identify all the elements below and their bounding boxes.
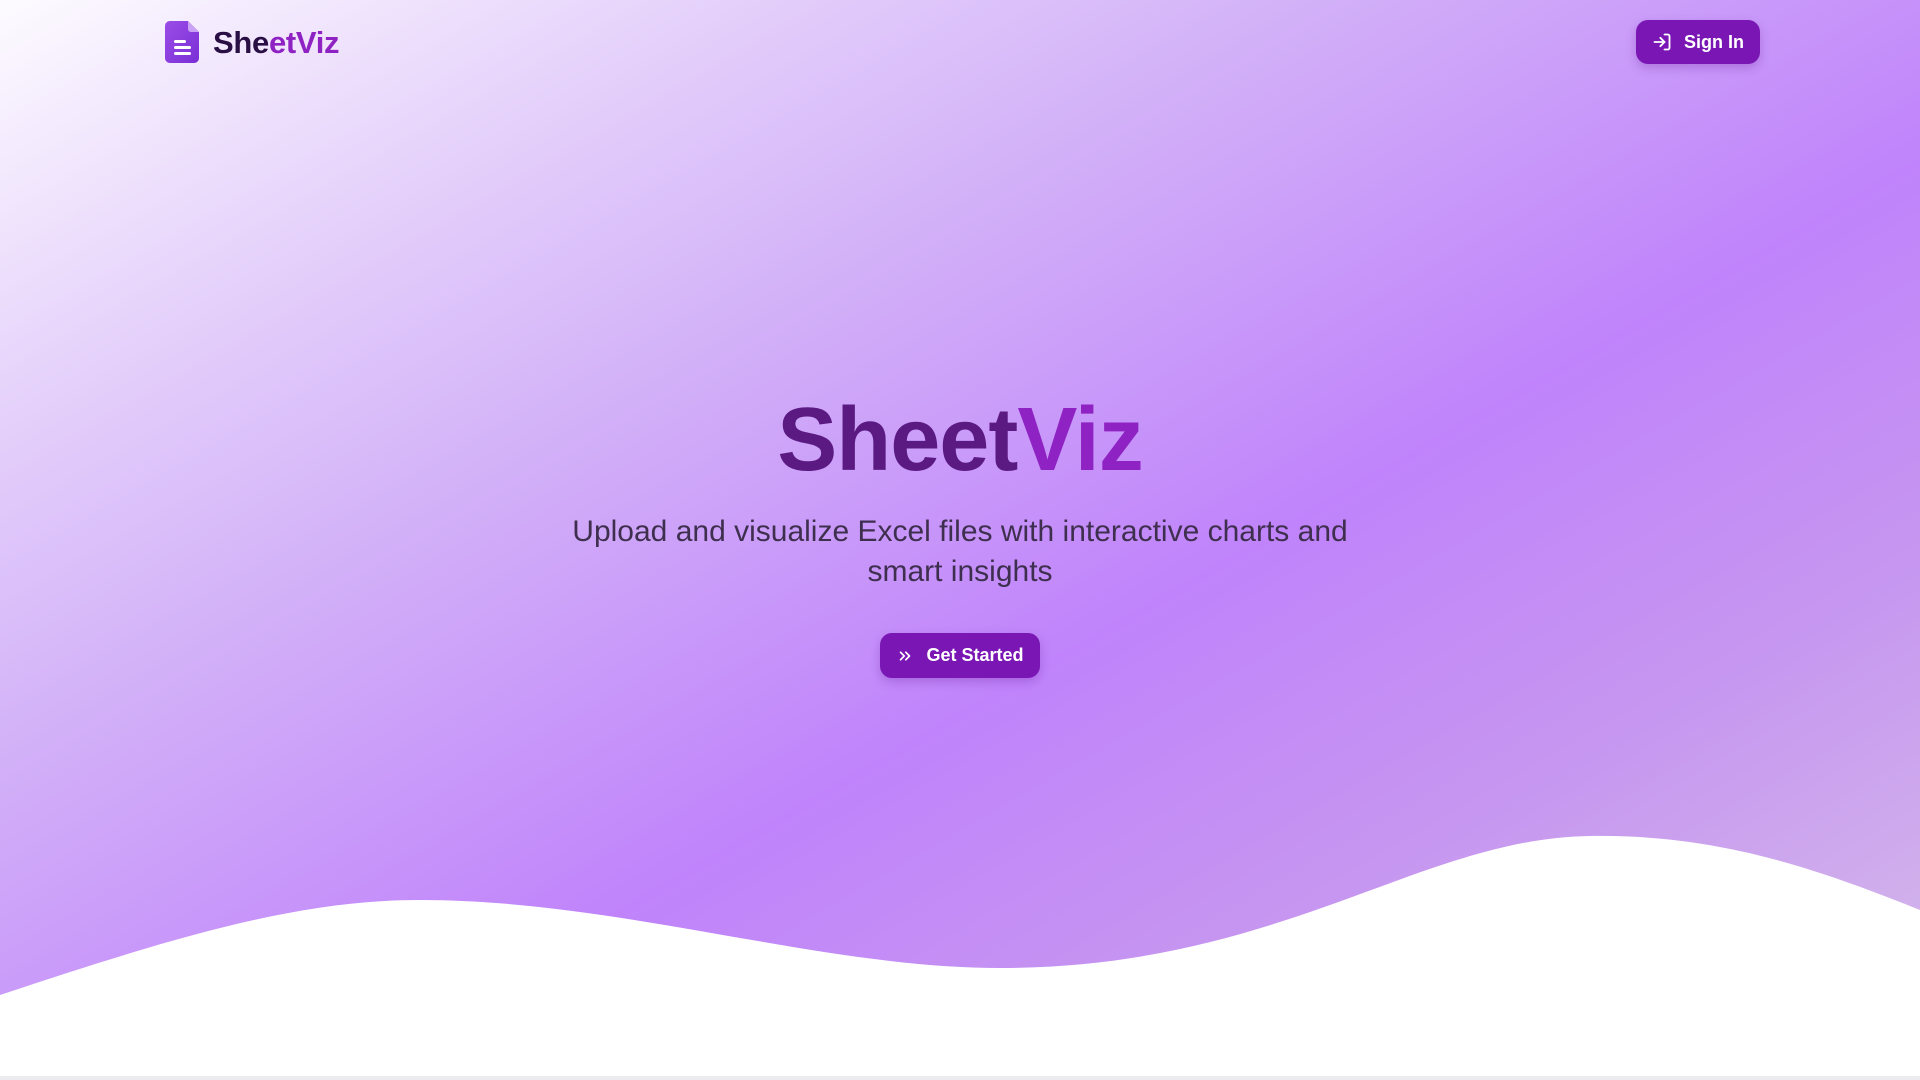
- hero-title-part2: Viz: [1017, 390, 1143, 490]
- hero-title: SheetViz: [0, 395, 1920, 485]
- double-chevron-right-icon: [900, 650, 911, 661]
- brand-name: SheetViz: [213, 24, 340, 60]
- page-bottom-border: [0, 1076, 1920, 1080]
- brand-name-part2: etViz: [268, 24, 340, 60]
- top-navbar: SheetViz Sign In: [0, 0, 1920, 86]
- document-icon: [165, 21, 199, 63]
- sign-in-icon: [1653, 33, 1671, 51]
- landing-page: SheetViz Sign In SheetViz Upload and vis…: [0, 0, 1920, 1080]
- sign-in-button[interactable]: Sign In: [1636, 20, 1760, 64]
- hero-subtitle: Upload and visualize Excel files with in…: [572, 515, 1348, 588]
- brand-name-part1: She: [213, 24, 269, 60]
- get-started-button[interactable]: Get Started: [880, 633, 1040, 678]
- get-started-label: Get Started: [926, 645, 1024, 665]
- sign-in-label: Sign In: [1684, 31, 1744, 52]
- hero-title-part1: Sheet: [777, 390, 1018, 490]
- brand-logo-link[interactable]: SheetViz: [165, 20, 340, 64]
